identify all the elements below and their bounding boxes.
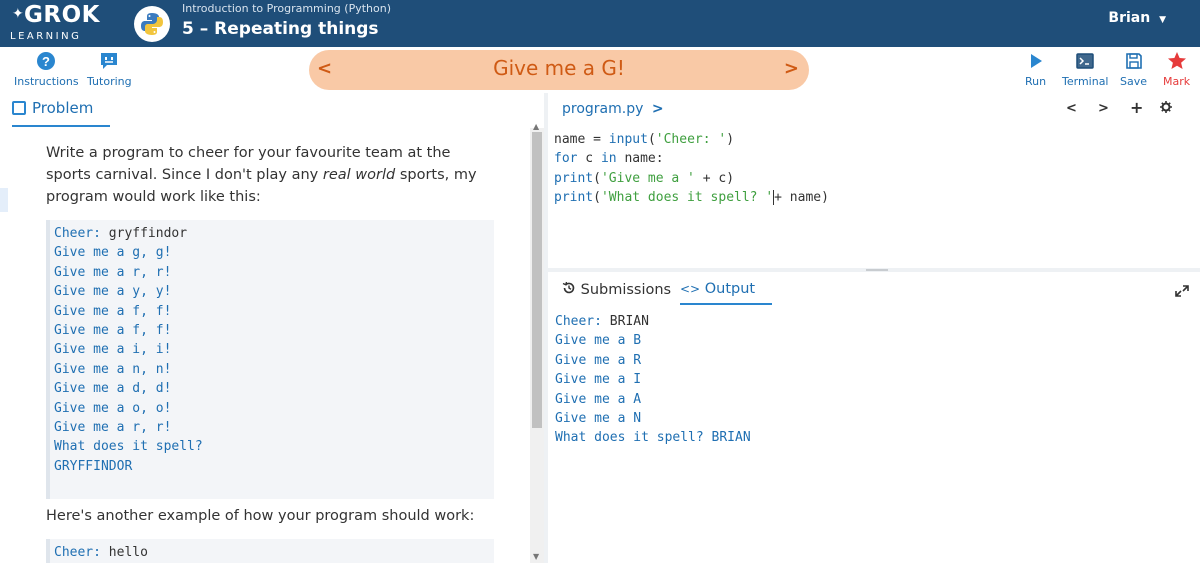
terminal-button[interactable]: Terminal (1062, 51, 1109, 88)
program-output[interactable]: Cheer: BRIAN Give me a B Give me a R Giv… (548, 310, 1200, 563)
document-icon (12, 101, 26, 115)
code-editor[interactable]: name = input('Cheer: ') for c in name: p… (548, 128, 1200, 268)
prev-file-button[interactable]: < (1066, 101, 1077, 116)
top-header: ✦ GROK LEARNING Introduction to Programm… (0, 0, 1200, 47)
example-line: GRYFFINDOR (54, 458, 133, 474)
save-icon (1120, 51, 1147, 71)
output-tabs: Submissions <> Output (548, 272, 1200, 308)
user-menu[interactable]: Brian ▼ (1108, 10, 1166, 26)
output-line: Give me a I (555, 372, 642, 388)
output-line: Give me a A (555, 391, 642, 407)
tab-problem[interactable]: Problem (12, 97, 110, 127)
example-code-box-2: Cheer: hello (46, 539, 494, 563)
tab-output[interactable]: <> Output (680, 281, 772, 305)
history-icon (562, 281, 581, 298)
example-line: Give me a o, o! (54, 400, 172, 416)
output-line: What does it spell? BRIAN (555, 430, 751, 446)
editor-tabs: program.py > < > + (548, 93, 1200, 128)
example-line: Give me a r, r! (54, 420, 172, 436)
course-title[interactable]: Introduction to Programming (Python) (182, 2, 391, 15)
python-logo-icon (134, 6, 170, 42)
terminal-icon (1062, 51, 1109, 71)
save-button[interactable]: Save (1120, 51, 1147, 88)
lesson-title[interactable]: 5 – Repeating things (182, 19, 379, 39)
code-icon: <> (680, 282, 701, 296)
next-file-button[interactable]: > (1098, 101, 1109, 116)
scroll-thumb[interactable] (532, 132, 542, 428)
code-line: print('Give me a ' + c) (554, 170, 735, 186)
example-code-box: Cheer: gryffindor Give me a g, g! Give m… (46, 220, 494, 499)
instructions-button[interactable]: ? Instructions (14, 51, 79, 88)
problem-pane: Problem Write a program to cheer for you… (0, 93, 530, 563)
problem-scrollbar[interactable]: ▲ ▼ (530, 122, 544, 563)
run-label: Run (1025, 75, 1047, 88)
tab-submissions[interactable]: Submissions (562, 281, 671, 298)
caret-down-icon: ▼ (1159, 15, 1166, 25)
tab-program-py[interactable]: program.py > (562, 101, 664, 117)
example-line: Give me a d, d! (54, 381, 172, 397)
output-line: Give me a B (555, 333, 642, 349)
logo-text: GROK (24, 2, 100, 28)
output-line: Give me a R (555, 352, 642, 368)
expand-icon[interactable] (1174, 283, 1190, 302)
output-line: Cheer: BRIAN (555, 314, 649, 329)
tab-output-label: Output (704, 281, 756, 297)
mark-label: Mark (1163, 75, 1191, 88)
star-icon (1163, 51, 1190, 71)
filename-label: program.py (562, 101, 644, 117)
side-marker (0, 188, 8, 212)
problem-description: Write a program to cheer for your favour… (46, 142, 486, 208)
terminal-label: Terminal (1062, 75, 1109, 88)
scroll-down-icon[interactable]: ▼ (533, 552, 539, 561)
add-file-button[interactable]: + (1130, 98, 1143, 117)
tutoring-label: Tutoring (87, 75, 132, 88)
mark-button[interactable]: Mark (1163, 51, 1190, 88)
question-icon: ? (14, 51, 79, 71)
tutoring-button[interactable]: Tutoring (87, 51, 132, 88)
chat-icon (87, 51, 132, 71)
example-line: Give me a r, r! (54, 264, 172, 280)
example-line: Cheer: hello (54, 545, 148, 560)
run-button[interactable]: Run (1025, 51, 1046, 88)
example-line: What does it spell? (54, 439, 203, 455)
grok-logo[interactable]: ✦ GROK LEARNING (10, 2, 120, 46)
example-line: Give me a g, g! (54, 245, 172, 261)
example-line: Give me a n, n! (54, 361, 172, 377)
exercise-banner: < Give me a G! > (309, 50, 809, 90)
next-exercise-button[interactable]: > (784, 58, 799, 79)
example-line: Give me a f, f! (54, 323, 172, 339)
example-line: Cheer: gryffindor (54, 226, 188, 241)
tab-problem-label: Problem (32, 99, 94, 117)
problem-description-2: Here's another example of how your progr… (46, 508, 475, 524)
instructions-label: Instructions (14, 75, 79, 88)
user-name: Brian (1108, 10, 1151, 26)
example-line: Give me a f, f! (54, 303, 172, 319)
save-label: Save (1120, 75, 1148, 88)
code-line: print('What does it spell? '+ name) (554, 190, 829, 206)
splitter-grip[interactable] (866, 269, 888, 271)
exercise-title: Give me a G! (493, 56, 625, 80)
example-line: Give me a y, y! (54, 284, 172, 300)
code-line: name = input('Cheer: ') (554, 132, 735, 147)
grok-spark-icon: ✦ (12, 6, 24, 22)
code-line: for c in name: (554, 151, 664, 167)
scroll-up-icon[interactable]: ▲ (533, 122, 539, 131)
svg-text:?: ? (42, 54, 50, 69)
toolbar: ? Instructions Tutoring < Give me a G! >… (0, 47, 1200, 93)
output-line: Give me a N (555, 411, 642, 427)
chevron-right-icon: > (651, 101, 664, 117)
logo-subtext: LEARNING (10, 31, 82, 42)
desc-emphasis: real world (322, 167, 396, 183)
play-icon (1025, 51, 1046, 71)
example-line: Give me a i, i! (54, 342, 172, 358)
tab-submissions-label: Submissions (580, 282, 672, 298)
gear-icon[interactable] (1160, 101, 1172, 117)
